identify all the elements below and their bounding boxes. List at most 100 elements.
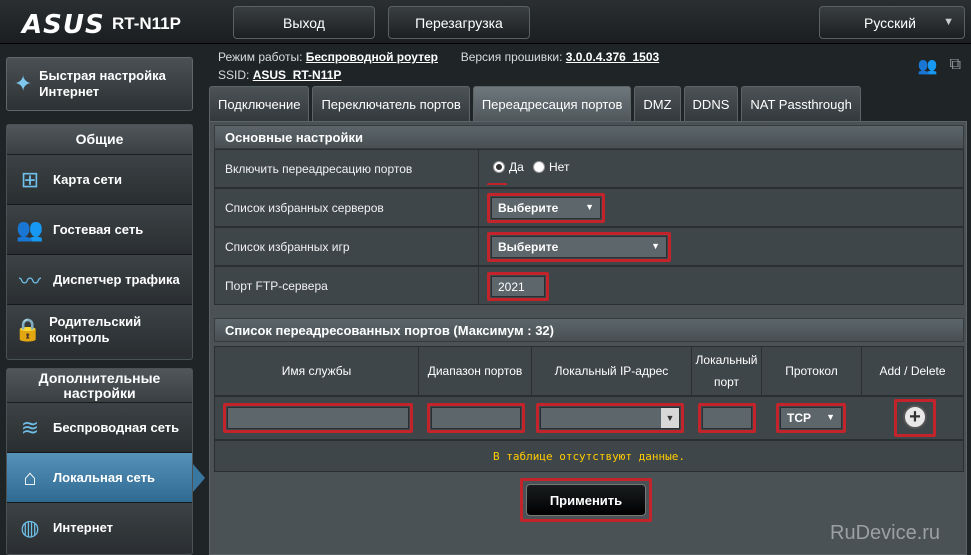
forward-list-header: Список переадресованных портов (Максимум…: [214, 318, 964, 342]
sidebar-item-label: Гостевая сеть: [53, 221, 144, 237]
sidebar-item-label: Диспетчер трафика: [53, 271, 180, 287]
model-name: RT-N11P: [112, 14, 181, 33]
top-icons: 👥 ⧉: [918, 56, 961, 76]
chevron-down-icon: ▼: [943, 16, 954, 28]
col-local-port: Локальный порт: [692, 347, 762, 395]
firmware-label: Версия прошивки:: [460, 50, 563, 64]
tab-nat-passthrough[interactable]: NAT Passthrough: [741, 86, 861, 122]
enable-label: Включить переадресацию портов: [215, 150, 479, 187]
radio-highlight: [487, 183, 507, 186]
col-protocol: Протокол: [762, 347, 862, 395]
sidebar-item-label: Локальная сеть: [53, 469, 155, 485]
ftp-port-input[interactable]: 2021: [491, 276, 545, 297]
dropdown-arrow-icon: ▼: [651, 241, 660, 251]
top-bar: ASUS RT-N11P Выход Перезагрузка Русский …: [0, 0, 971, 44]
dropdown-arrow-icon: ▼: [826, 412, 835, 422]
servers-select[interactable]: Выберите ▼: [491, 197, 601, 219]
service-name-input[interactable]: [227, 407, 409, 429]
general-menu: Общие ⊞ Карта сети 👥 Гостевая сеть 〰 Дис…: [6, 124, 193, 360]
lock-icon: 🔒: [14, 317, 42, 342]
games-select-value: Выберите: [498, 240, 559, 254]
tab-ddns[interactable]: DDNS: [683, 86, 739, 122]
asus-logo: ASUS: [22, 10, 105, 40]
logout-button[interactable]: Выход: [233, 6, 375, 39]
sidebar-item-label: Карта сети: [53, 171, 122, 187]
quick-setup-label: Быстрая настройка Интернет: [39, 68, 166, 99]
add-rule-button[interactable]: +: [903, 405, 927, 429]
local-port-input[interactable]: [702, 407, 752, 429]
ssid-link[interactable]: ASUS_RT-N11P: [253, 68, 342, 82]
table-input-row: ▼ TCP ▼ +: [214, 396, 964, 440]
sidebar-item-label: Родительский контроль: [49, 314, 142, 345]
reboot-button[interactable]: Перезагрузка: [388, 6, 530, 39]
empty-table-message: В таблице отсутствуют данные.: [214, 440, 964, 472]
sidebar-item-network-map[interactable]: ⊞ Карта сети: [7, 155, 192, 205]
sidebar-item-guest-network[interactable]: 👥 Гостевая сеть: [7, 205, 192, 255]
users-icon[interactable]: 👥: [918, 56, 938, 76]
watermark: RuDevice.ru: [830, 522, 941, 544]
apply-button[interactable]: Применить: [526, 484, 646, 516]
tab-port-switch[interactable]: Переключатель портов: [312, 86, 470, 122]
general-title: Общие: [7, 125, 192, 155]
mode-link[interactable]: Беспроводной роутер: [306, 50, 438, 64]
sidebar-item-wireless[interactable]: ≋ Беспроводная сеть: [7, 403, 192, 453]
games-select[interactable]: Выберите ▼: [491, 236, 667, 258]
basic-settings-header: Основные настройки: [214, 125, 964, 149]
network-map-icon: ⊞: [20, 166, 40, 192]
advanced-title: Дополнительные настройки: [7, 369, 192, 403]
home-icon: ⌂: [23, 464, 37, 490]
usb-icon[interactable]: ⧉: [950, 56, 961, 76]
mode-label: Режим работы:: [218, 50, 303, 64]
radio-no-label: Нет: [549, 160, 570, 174]
traffic-manager-icon: 〰: [18, 268, 41, 294]
radio-no[interactable]: Нет: [533, 160, 569, 174]
dropdown-arrow-icon: ▼: [585, 202, 594, 212]
sidebar-item-parental-control[interactable]: 🔒 Родительский контроль: [7, 305, 192, 355]
sidebar-item-label: Беспроводная сеть: [53, 419, 180, 435]
language-select[interactable]: Русский ▼: [819, 6, 965, 39]
ssid-label: SSID:: [218, 68, 250, 82]
games-label: Список избранных игр: [215, 228, 479, 265]
protocol-select[interactable]: TCP ▼: [780, 407, 842, 429]
tab-port-forwarding[interactable]: Переадресация портов: [472, 86, 632, 122]
ftp-label: Порт FTP-сервера: [215, 267, 479, 304]
col-local-ip: Локальный IP-адрес: [532, 347, 692, 395]
main-panel: Основные настройки Включить переадресаци…: [209, 121, 967, 555]
ftp-row: Порт FTP-сервера 2021: [214, 266, 964, 305]
guest-network-icon: 👥: [16, 216, 44, 242]
radio-yes[interactable]: Да: [493, 160, 524, 174]
protocol-select-value: TCP: [787, 411, 811, 425]
sidebar-item-lan[interactable]: ⌂ Локальная сеть: [7, 453, 192, 503]
radio-no-dot[interactable]: [533, 161, 545, 173]
sidebar-item-label: Интернет: [53, 520, 114, 535]
col-add-delete: Add / Delete: [879, 364, 946, 378]
enable-row: Включить переадресацию портов Да Нет: [214, 149, 964, 188]
firmware-link[interactable]: 3.0.0.4.376_1503: [566, 50, 659, 64]
dropdown-arrow-icon: ▼: [661, 408, 679, 428]
magic-wand-icon: ✦: [13, 71, 33, 96]
tab-connection[interactable]: Подключение: [209, 86, 310, 122]
advanced-menu: Дополнительные настройки ≋ Беспроводная …: [6, 368, 193, 555]
col-service-name: Имя службы: [215, 347, 419, 395]
active-indicator: [193, 464, 205, 492]
table-header: Имя службы Диапазон портов Локальный IP-…: [214, 346, 964, 396]
wifi-icon: ≋: [20, 414, 40, 440]
globe-icon: ◍: [20, 515, 40, 540]
radio-yes-dot[interactable]: [493, 161, 505, 173]
sidebar-item-traffic-manager[interactable]: 〰 Диспетчер трафика: [7, 255, 192, 305]
radio-yes-label: Да: [509, 160, 524, 174]
tab-dmz[interactable]: DMZ: [634, 86, 681, 122]
status-info: Режим работы: Беспроводной роутер Версия…: [218, 48, 659, 84]
servers-row: Список избранных серверов Выберите ▼: [214, 188, 964, 227]
port-range-input[interactable]: [431, 407, 521, 429]
col-port-range: Диапазон портов: [419, 347, 532, 395]
local-ip-select[interactable]: ▼: [540, 407, 680, 429]
servers-select-value: Выберите: [498, 201, 559, 215]
language-label: Русский: [864, 14, 916, 31]
servers-label: Список избранных серверов: [215, 189, 479, 226]
games-row: Список избранных игр Выберите ▼: [214, 227, 964, 266]
tab-bar: Подключение Переключатель портов Переадр…: [209, 86, 861, 122]
sidebar-item-internet[interactable]: ◍ Интернет: [7, 503, 192, 553]
plus-icon: +: [909, 406, 921, 428]
quick-setup-button[interactable]: ✦ Быстрая настройка Интернет: [6, 57, 193, 111]
